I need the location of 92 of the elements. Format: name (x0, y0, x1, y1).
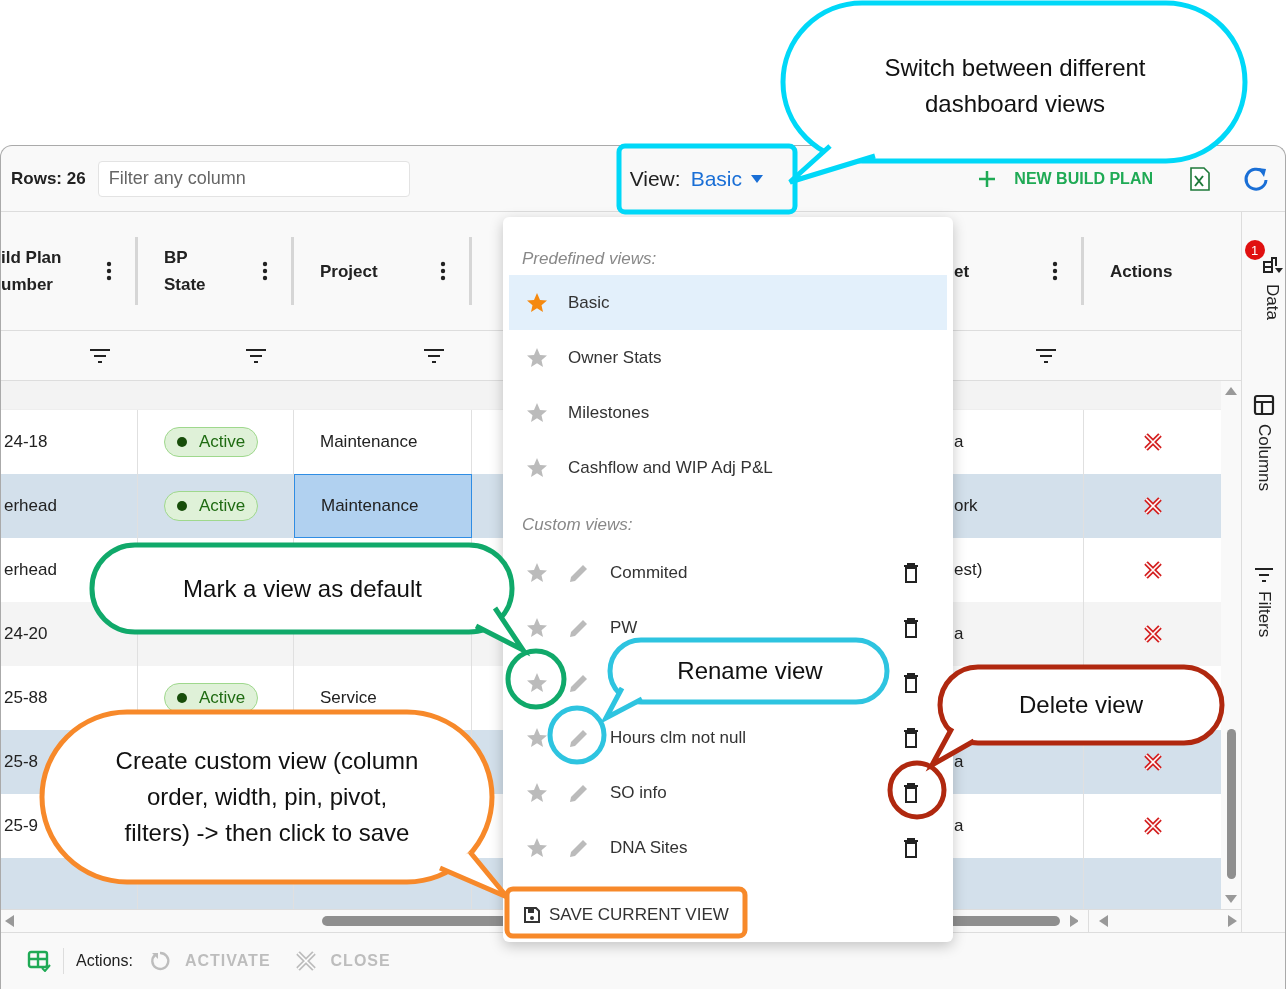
column-header: Project (320, 260, 378, 283)
callout-text: Switch between different dashboard views (883, 53, 1147, 119)
table-cell-text: a (954, 431, 964, 454)
table-cell-text: 25-8 (4, 751, 39, 774)
table-cell-text: est) (954, 559, 983, 582)
column-menu-icon[interactable] (1052, 261, 1058, 282)
columns-icon (1252, 394, 1275, 417)
filter-icon (1253, 567, 1274, 584)
column-menu-icon[interactable] (440, 261, 446, 282)
side-tab[interactable]: Filters (1253, 567, 1274, 638)
trash-icon[interactable] (903, 617, 919, 638)
scroll-up-icon[interactable] (1225, 387, 1237, 396)
trash-icon[interactable] (903, 782, 919, 803)
plus-icon (978, 169, 997, 188)
view-menu-item[interactable]: SO info (610, 782, 667, 803)
view-menu-item[interactable]: DNA Sites (610, 837, 688, 858)
table-cell-text: Maintenance (321, 495, 419, 518)
scroll-right-icon[interactable] (1069, 915, 1079, 928)
scroll-left-icon[interactable] (5, 915, 14, 928)
column-header: BP State (164, 247, 207, 297)
star-icon[interactable] (526, 837, 548, 858)
table-cell-text: 24-20 (4, 623, 48, 646)
status-badge: Active (164, 491, 259, 522)
view-menu-item[interactable]: PW (610, 617, 638, 638)
notification-badge: 1 (1244, 240, 1265, 261)
filter-icon[interactable] (423, 347, 445, 364)
view-menu-item[interactable]: Basic (509, 275, 947, 330)
table-cell-text: a (954, 815, 964, 838)
trash-icon[interactable] (903, 672, 919, 693)
scroll-left-icon[interactable] (1099, 915, 1109, 928)
filter-icon[interactable] (1035, 347, 1057, 364)
side-tab[interactable]: Columns (1252, 394, 1275, 492)
table-cell-text: Service (320, 687, 377, 710)
table-cell-text: a (954, 751, 964, 774)
callout-text: Delete view (1017, 690, 1145, 720)
filter-icon[interactable] (89, 347, 111, 364)
trash-icon[interactable] (903, 727, 919, 748)
table-cell-text: a (954, 623, 964, 646)
view-menu-item[interactable]: Owner Stats (509, 330, 947, 385)
star-icon[interactable] (526, 672, 548, 693)
refresh-icon[interactable] (1243, 165, 1269, 192)
delete-x-icon[interactable] (1142, 816, 1163, 837)
view-dropdown[interactable]: Basic (690, 166, 764, 191)
actions-label: Actions: (76, 952, 133, 971)
view-menu-item[interactable]: Milestones (509, 385, 947, 440)
star-icon[interactable] (526, 727, 548, 748)
delete-x-icon[interactable] (1142, 496, 1163, 517)
section-label: Custom views: (521, 515, 634, 536)
scrollbar-thumb[interactable] (1226, 729, 1236, 880)
filter-field[interactable]: Filter any column (97, 160, 410, 197)
callout-text: Create custom view (column order, width, pin, pivot, filters) -> then click to save (114, 746, 420, 848)
table-cell-text: erhead (4, 495, 57, 518)
callout-text: Rename view (676, 656, 824, 686)
close-icon (294, 950, 317, 973)
status-badge: Active (164, 427, 259, 458)
table-cell-text: 25-9 (4, 815, 39, 838)
filter-icon[interactable] (245, 347, 267, 364)
scroll-down-icon[interactable] (1225, 895, 1237, 904)
star-icon[interactable] (526, 617, 548, 638)
delete-x-icon[interactable] (1142, 432, 1163, 453)
column-menu-icon[interactable] (262, 261, 268, 282)
delete-x-icon[interactable] (1142, 624, 1163, 645)
table-cell-text: erhead (4, 559, 57, 582)
star-icon[interactable] (526, 782, 548, 803)
caret-icon (750, 173, 764, 184)
section-label: Predefined views: (521, 249, 658, 270)
view-menu-item[interactable]: Hours clm not null (610, 727, 747, 748)
view-label: View: (629, 166, 681, 191)
delete-x-icon[interactable] (1142, 752, 1163, 773)
star-icon[interactable] (526, 562, 548, 583)
save-icon (523, 906, 541, 924)
table-cell-text: ork (954, 495, 978, 518)
column-menu-icon[interactable] (106, 261, 112, 282)
side-tab[interactable]: 1 Data (1244, 238, 1283, 321)
table-cell-text: 24-18 (4, 431, 48, 454)
delete-x-icon[interactable] (1142, 560, 1163, 581)
column-header: Actions (1110, 260, 1173, 283)
callout-text: Mark a view as default (182, 574, 423, 604)
grid-check-icon[interactable] (27, 950, 51, 973)
view-menu-item[interactable]: Cashflow and WIP Adj P&L (509, 440, 947, 495)
table-cell-text: 25-88 (4, 687, 48, 710)
column-header: ild Plan umber (1, 247, 63, 297)
save-view-button[interactable]: SAVE CURRENT VIEW (515, 899, 737, 931)
row-count: Rows: 26 (11, 168, 86, 189)
spreadsheet-icon[interactable] (1189, 166, 1211, 191)
scroll-right-icon[interactable] (1228, 915, 1237, 928)
column-header: et (954, 260, 970, 283)
view-menu-item[interactable]: Commited (610, 562, 688, 583)
trash-icon[interactable] (903, 837, 919, 858)
trash-icon[interactable] (903, 562, 919, 583)
table-cell-text: Maintenance (320, 431, 418, 454)
refresh-icon (148, 950, 171, 973)
